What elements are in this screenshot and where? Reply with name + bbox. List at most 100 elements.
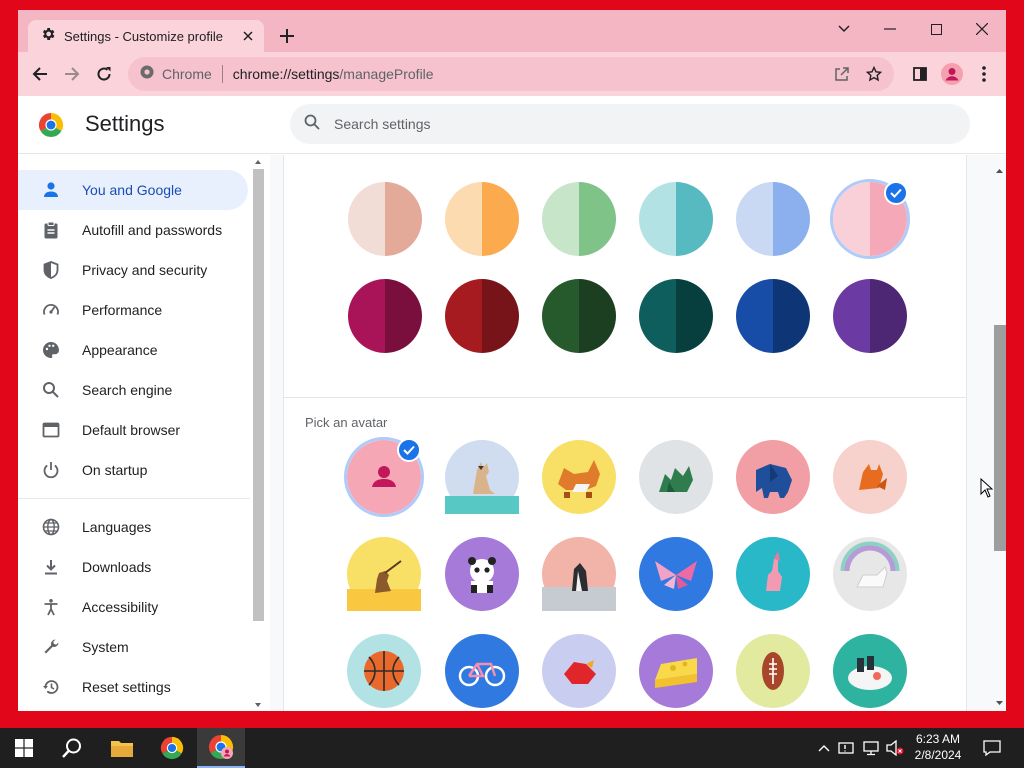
sidebar-item-downloads[interactable]: Downloads xyxy=(18,547,248,587)
sidebar-item-label: On startup xyxy=(82,462,148,478)
windows-taskbar: 6:23 AM 2/8/2024 xyxy=(0,728,1024,768)
browser-window-icon xyxy=(40,419,62,441)
color-swatch-orange[interactable] xyxy=(445,182,519,256)
monkey-avatar[interactable] xyxy=(347,537,421,611)
sidebar-item-label: You and Google xyxy=(82,182,182,198)
sidebar-item-languages[interactable]: Languages xyxy=(18,507,248,547)
search-settings-box[interactable] xyxy=(290,104,970,144)
section-divider xyxy=(284,397,966,398)
cat-avatar[interactable] xyxy=(445,440,519,514)
tab-search-chevron-icon[interactable] xyxy=(821,14,867,44)
corgi-avatar[interactable] xyxy=(542,440,616,514)
color-swatch-magenta[interactable] xyxy=(348,279,422,353)
dragon-avatar[interactable] xyxy=(639,440,713,514)
pick-avatar-label: Pick an avatar xyxy=(305,415,388,430)
basketball-avatar[interactable] xyxy=(347,634,421,708)
sidebar-scrollbar-thumb[interactable] xyxy=(253,169,264,621)
color-swatch-blue[interactable] xyxy=(736,182,810,256)
color-swatch-purple[interactable] xyxy=(833,279,907,353)
rabbit-avatar[interactable] xyxy=(736,537,810,611)
sidebar-item-label: Languages xyxy=(82,519,152,535)
sushi-avatar[interactable] xyxy=(833,634,907,708)
share-icon[interactable] xyxy=(830,62,854,86)
chrome-taskbar-icon[interactable] xyxy=(148,728,196,768)
speedometer-icon xyxy=(40,299,62,321)
reset-history-icon xyxy=(40,676,62,698)
back-button[interactable] xyxy=(26,60,54,88)
palette-icon xyxy=(40,339,62,361)
show-hidden-icons-chevron[interactable] xyxy=(814,738,834,758)
reload-button[interactable] xyxy=(90,60,118,88)
download-icon xyxy=(40,556,62,578)
profile-avatar-icon[interactable] xyxy=(938,60,966,88)
cheese-avatar[interactable] xyxy=(639,634,713,708)
battery-warning-icon[interactable] xyxy=(837,738,857,758)
sidebar-item-default-browser[interactable]: Default browser xyxy=(18,410,248,450)
sidebar-item-label: Reset settings xyxy=(82,679,171,695)
color-swatch-red[interactable] xyxy=(445,279,519,353)
taskbar-clock[interactable]: 6:23 AM 2/8/2024 xyxy=(908,731,968,763)
omnibox-chip-label: Chrome xyxy=(162,66,212,82)
sidebar-divider xyxy=(18,498,250,499)
search-icon xyxy=(304,114,320,135)
panda-avatar[interactable] xyxy=(445,537,519,611)
network-icon[interactable] xyxy=(861,738,881,758)
person-icon xyxy=(40,179,62,201)
sidebar-item-accessibility[interactable]: Accessibility xyxy=(18,587,248,627)
sidebar-item-autofill-and-passwords[interactable]: Autofill and passwords xyxy=(18,210,248,250)
color-swatch-teal[interactable] xyxy=(639,182,713,256)
main-scrollbar-thumb[interactable] xyxy=(994,325,1006,551)
football-avatar[interactable] xyxy=(736,634,810,708)
bicycle-avatar[interactable] xyxy=(445,634,519,708)
maximize-button[interactable] xyxy=(913,14,959,44)
sidebar-item-search-engine[interactable]: Search engine xyxy=(18,370,248,410)
tab-settings-customize-profile[interactable]: Settings - Customize profile xyxy=(28,20,264,52)
more-menu-icon[interactable] xyxy=(970,60,998,88)
volume-muted-icon[interactable] xyxy=(885,738,905,758)
taskbar-search-icon[interactable] xyxy=(48,728,96,768)
fox-avatar[interactable] xyxy=(833,440,907,514)
accessibility-icon xyxy=(40,596,62,618)
address-bar[interactable]: Chrome chrome://settings/manageProfile xyxy=(128,57,894,91)
browser-toolbar: Chrome chrome://settings/manageProfile xyxy=(18,52,1006,96)
omnibox-actions xyxy=(830,62,886,86)
sidebar-item-label: Appearance xyxy=(82,342,158,358)
sidebar-item-performance[interactable]: Performance xyxy=(18,290,248,330)
wrench-icon xyxy=(40,636,62,658)
butterfly-avatar[interactable] xyxy=(639,537,713,611)
color-swatch-navy[interactable] xyxy=(736,279,810,353)
color-swatch-green[interactable] xyxy=(542,182,616,256)
file-explorer-icon[interactable] xyxy=(98,728,146,768)
minimize-button[interactable] xyxy=(867,14,913,44)
action-center-icon[interactable] xyxy=(982,738,1002,758)
sidebar-item-system[interactable]: System xyxy=(18,627,248,667)
unicorn-avatar[interactable] xyxy=(833,537,907,611)
sidebar-item-privacy-and-security[interactable]: Privacy and security xyxy=(18,250,248,290)
sidebar-item-on-startup[interactable]: On startup xyxy=(18,450,248,490)
settings-title: Settings xyxy=(85,111,165,136)
new-tab-button[interactable] xyxy=(274,23,300,49)
forward-button[interactable] xyxy=(58,60,86,88)
start-button[interactable] xyxy=(0,728,48,768)
shield-icon xyxy=(40,259,62,281)
side-panel-icon[interactable] xyxy=(906,60,934,88)
close-window-button[interactable] xyxy=(959,14,1005,44)
power-icon xyxy=(40,459,62,481)
close-tab-icon[interactable] xyxy=(236,24,260,48)
bird-avatar[interactable] xyxy=(542,634,616,708)
sidebar-item-appearance[interactable]: Appearance xyxy=(18,330,248,370)
search-settings-input[interactable] xyxy=(334,116,934,132)
color-swatch-dark-teal[interactable] xyxy=(639,279,713,353)
color-swatch-dark-green[interactable] xyxy=(542,279,616,353)
bookmark-star-icon[interactable] xyxy=(862,62,886,86)
chrome-profile-taskbar-icon[interactable] xyxy=(197,728,245,768)
sidebar-item-reset-settings[interactable]: Reset settings xyxy=(18,667,248,707)
url-path: /manageProfile xyxy=(339,66,434,82)
elephant-avatar[interactable] xyxy=(736,440,810,514)
taskbar-time: 6:23 AM xyxy=(915,732,961,746)
sidebar-item-you-and-google[interactable]: You and Google xyxy=(18,170,248,210)
sidebar-item-label: Default browser xyxy=(82,422,181,438)
taskbar-date: 2/8/2024 xyxy=(914,748,962,762)
penguin-avatar[interactable] xyxy=(542,537,616,611)
color-swatch-apricot[interactable] xyxy=(348,182,422,256)
